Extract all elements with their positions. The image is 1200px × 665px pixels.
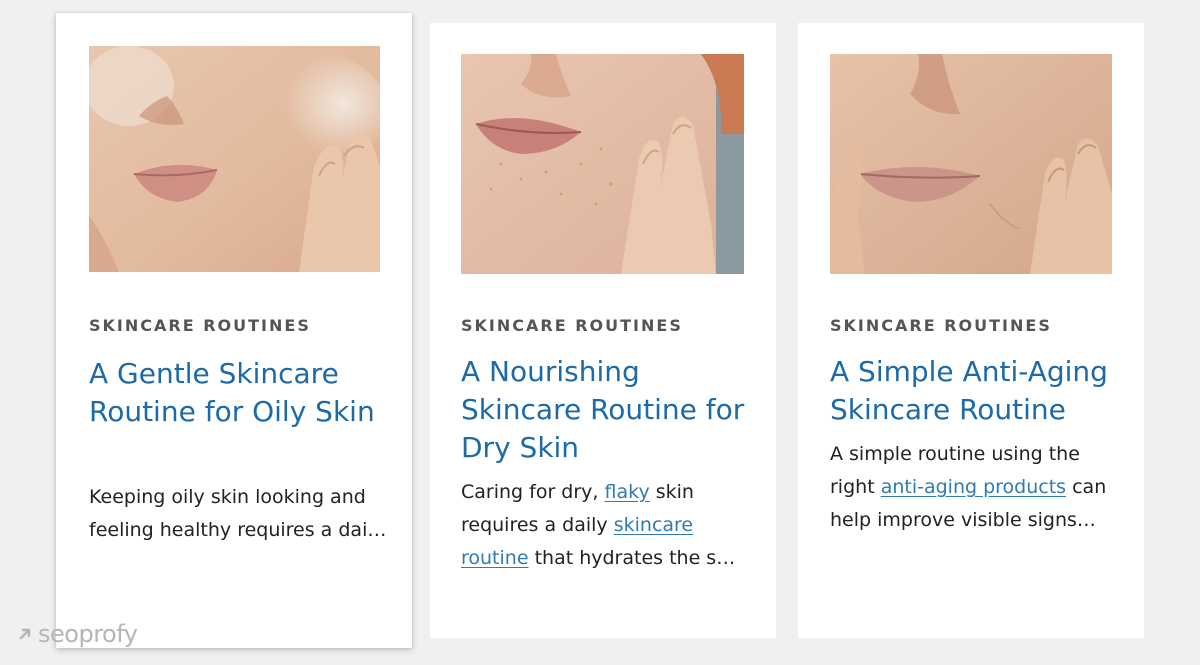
excerpt-text: that hydrates the s… <box>528 547 736 569</box>
article-card-oily-skin[interactable]: SKINCARE ROUTINES A Gentle Skincare Rout… <box>56 13 412 648</box>
card-image[interactable] <box>461 54 744 274</box>
card-image[interactable] <box>830 54 1112 274</box>
seoprofy-watermark: seoprofy <box>18 620 138 648</box>
article-title-link[interactable]: A Gentle Skincare Routine for Oily Skin <box>89 355 389 431</box>
arrow-up-right-icon <box>19 628 31 640</box>
watermark-text: seoprofy <box>38 620 138 648</box>
category-label[interactable]: SKINCARE ROUTINES <box>89 316 311 335</box>
face-cleansing-foam-photo <box>89 46 380 272</box>
article-card-dry-skin[interactable]: SKINCARE ROUTINES A Nourishing Skincare … <box>430 23 776 638</box>
anti-aging-products-link[interactable]: anti-aging products <box>881 476 1066 498</box>
excerpt-text: Caring for dry, <box>461 481 605 503</box>
freckled-face-touching-cheek-photo <box>461 54 744 274</box>
article-card-anti-aging[interactable]: SKINCARE ROUTINES A Simple Anti-Aging Sk… <box>798 23 1144 638</box>
article-excerpt: Keeping oily skin looking and feeling he… <box>89 481 389 547</box>
category-label[interactable]: SKINCARE ROUTINES <box>830 316 1052 335</box>
excerpt-text: Keeping oily skin looking and feeling he… <box>89 486 387 541</box>
article-title-link[interactable]: A Simple Anti-Aging Skincare Routine <box>830 353 1130 429</box>
category-label[interactable]: SKINCARE ROUTINES <box>461 316 683 335</box>
article-excerpt: A simple routine using the right anti-ag… <box>830 438 1122 537</box>
card-image[interactable] <box>89 46 380 272</box>
flaky-link[interactable]: flaky <box>605 481 650 503</box>
mature-face-hands-on-cheeks-photo <box>830 54 1112 274</box>
article-title-link[interactable]: A Nourishing Skincare Routine for Dry Sk… <box>461 353 761 467</box>
article-excerpt: Caring for dry, flaky skin requires a da… <box>461 476 753 575</box>
